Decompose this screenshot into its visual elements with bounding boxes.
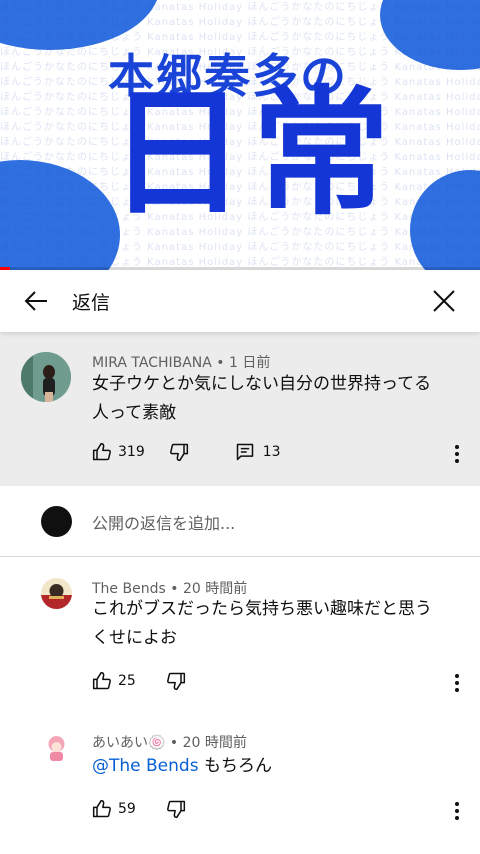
comment-time: 1 日前 [229, 355, 271, 371]
avatar-photo [41, 578, 72, 609]
reply-input[interactable]: 公開の返信を追加... [92, 510, 235, 534]
thumb-up-icon [92, 442, 111, 461]
reply-button[interactable]: 13 [235, 442, 281, 462]
thumb-down-icon [166, 800, 185, 819]
arrow-left-icon [24, 291, 47, 311]
like-count: 59 [118, 801, 136, 817]
video-player[interactable]: ほんごうかなたのにちじょう Kanatas Holiday ほんごうかなたのにち… [0, 0, 480, 270]
thumb-down-icon [169, 443, 188, 462]
like-button[interactable]: 319 [92, 442, 145, 462]
reply-meta: あいあい🍥 • 20 時間前 [92, 732, 247, 752]
my-avatar [41, 506, 72, 537]
avatar[interactable] [41, 732, 72, 763]
avatar[interactable] [21, 352, 71, 402]
like-count: 319 [118, 444, 145, 460]
header-title: 返信 [72, 291, 111, 314]
like-count: 25 [118, 673, 136, 689]
more-options-button[interactable] [445, 671, 469, 695]
reply-count: 13 [262, 444, 281, 460]
more-options-button[interactable] [445, 799, 469, 823]
avatar-photo [41, 732, 72, 763]
thumb-up-icon [92, 671, 111, 690]
meta-separator: • [211, 355, 230, 371]
reply-time: 20 時間前 [182, 735, 247, 751]
more-vert-icon [455, 445, 459, 463]
reply-text: @The Bends もちろん [92, 756, 272, 776]
reply-author[interactable]: あいあい🍥 [92, 735, 165, 751]
comment-actions: 319 13 [92, 442, 281, 462]
dislike-button[interactable] [166, 671, 186, 691]
back-button[interactable] [0, 270, 72, 332]
dislike-button[interactable] [169, 442, 189, 462]
comment-author[interactable]: MIRA TACHIBANA [92, 355, 212, 371]
mention-link[interactable]: @The Bends [92, 756, 199, 776]
thumb-up-icon [92, 799, 111, 818]
avatar-photo [21, 352, 71, 402]
avatar[interactable] [41, 578, 72, 609]
reply-item: あいあい🍥 • 20 時間前 @The Bends もちろん 59 [0, 707, 480, 854]
close-button[interactable] [408, 270, 480, 332]
reply-text: これがブスだったら気持ち悪い趣味だと思う くせによお [92, 599, 432, 648]
thumb-down-icon [166, 672, 185, 691]
replies-header: 返信 [0, 270, 480, 332]
more-vert-icon [455, 802, 459, 820]
dislike-button[interactable] [166, 799, 186, 819]
meta-separator: • [165, 735, 183, 751]
comment-icon [236, 443, 253, 461]
like-button[interactable]: 59 [92, 799, 136, 819]
add-reply-row[interactable]: 公開の返信を追加... [0, 486, 480, 557]
comment-text: 女子ウケとか気にしない自分の世界持ってる 人って素敵 [92, 374, 432, 423]
more-vert-icon [455, 674, 459, 692]
more-options-button[interactable] [445, 442, 469, 466]
comment-meta: MIRA TACHIBANA • 1 日前 [92, 352, 270, 372]
reply-item: The Bends • 20 時間前 これがブスだったら気持ち悪い趣味だと思う … [0, 557, 480, 707]
close-icon [433, 290, 455, 312]
reply-actions: 59 [92, 799, 186, 819]
reply-actions: 25 [92, 671, 186, 691]
parent-comment: MIRA TACHIBANA • 1 日前 女子ウケとか気にしない自分の世界持っ… [0, 332, 480, 486]
like-button[interactable]: 25 [92, 671, 136, 691]
video-title: 日常 [108, 73, 397, 234]
